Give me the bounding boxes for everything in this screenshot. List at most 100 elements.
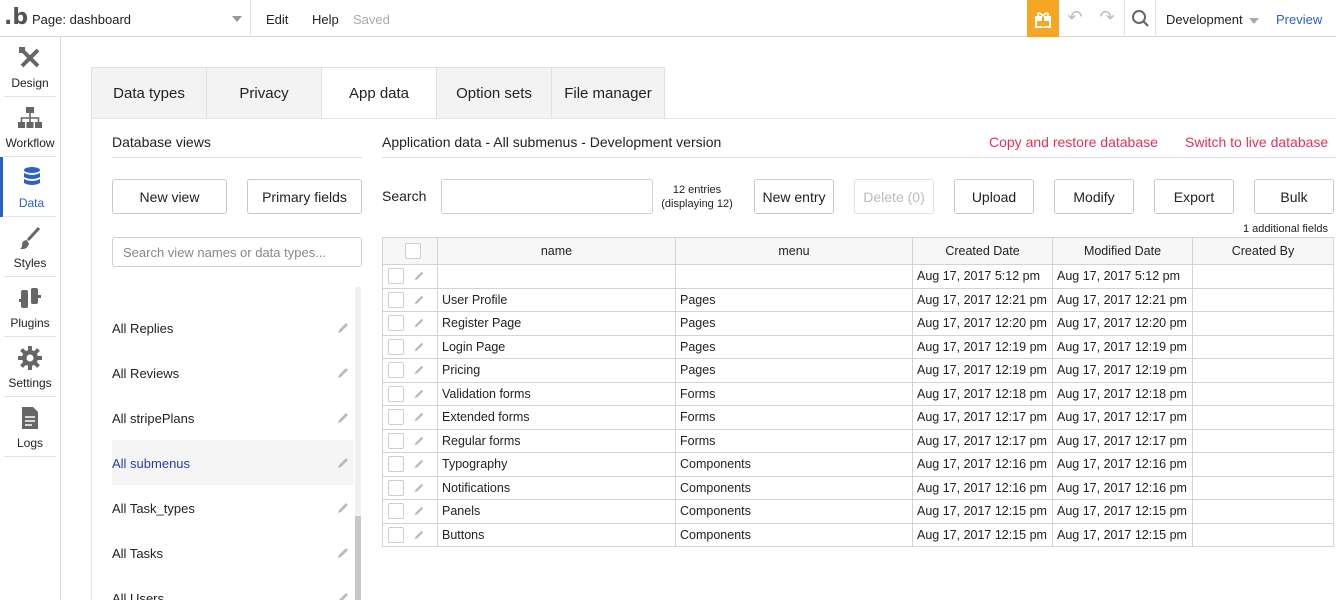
cell-modified-date[interactable]: Aug 17, 2017 12:15 pm: [1052, 522, 1193, 547]
modify-button[interactable]: Modify: [1054, 179, 1134, 214]
cell-name[interactable]: Notifications: [437, 475, 676, 500]
row-select-cell[interactable]: [382, 287, 438, 312]
nav-item-plugins[interactable]: Plugins: [0, 277, 60, 337]
table-row[interactable]: User Profile Pages Aug 17, 2017 12:21 pm Au…: [382, 287, 1334, 312]
column-header-created-by[interactable]: Created By: [1192, 237, 1334, 265]
pencil-icon[interactable]: [413, 270, 425, 282]
cell-created-by[interactable]: [1192, 334, 1334, 359]
cell-created-by[interactable]: [1192, 405, 1334, 430]
cell-modified-date[interactable]: Aug 17, 2017 12:19 pm: [1052, 358, 1193, 383]
cell-modified-date[interactable]: Aug 17, 2017 12:16 pm: [1052, 475, 1193, 500]
row-checkbox[interactable]: [388, 268, 404, 285]
table-row[interactable]: Validation forms Forms Aug 17, 2017 12:18 …: [382, 381, 1334, 406]
row-select-cell[interactable]: [382, 428, 438, 453]
row-checkbox[interactable]: [388, 385, 404, 402]
cell-created-date[interactable]: Aug 17, 2017 12:16 pm: [912, 452, 1053, 477]
row-checkbox[interactable]: [388, 409, 404, 426]
row-select-cell[interactable]: [382, 405, 438, 430]
pencil-icon[interactable]: [413, 458, 425, 470]
nav-item-workflow[interactable]: Workflow: [0, 97, 60, 157]
row-checkbox[interactable]: [388, 456, 404, 473]
cell-modified-date[interactable]: Aug 17, 2017 5:12 pm: [1052, 264, 1193, 289]
cell-created-by[interactable]: [1192, 428, 1334, 453]
pencil-icon[interactable]: [413, 364, 425, 376]
search-views-input[interactable]: [112, 237, 362, 267]
menu-help[interactable]: Help: [312, 12, 339, 27]
table-row[interactable]: Aug 17, 2017 5:12 pm Aug 17, 2017 5:12 pm: [382, 264, 1334, 289]
cell-menu[interactable]: Components: [675, 452, 913, 477]
row-checkbox[interactable]: [388, 291, 404, 308]
cell-name[interactable]: Panels: [437, 499, 676, 524]
cell-created-by[interactable]: [1192, 452, 1334, 477]
cell-name[interactable]: Extended forms: [437, 405, 676, 430]
cell-created-by[interactable]: [1192, 358, 1334, 383]
nav-item-styles[interactable]: Styles: [0, 217, 60, 277]
pencil-icon[interactable]: [413, 317, 425, 329]
tab-app-data[interactable]: App data: [321, 67, 436, 119]
cell-name[interactable]: Buttons: [437, 522, 676, 547]
cell-menu[interactable]: Forms: [675, 381, 913, 406]
table-row[interactable]: Typography Components Aug 17, 2017 12:16 p…: [382, 452, 1334, 477]
cell-created-by[interactable]: [1192, 287, 1334, 312]
list-item[interactable]: All Task_types: [112, 485, 354, 530]
cell-menu[interactable]: [675, 264, 913, 289]
row-checkbox[interactable]: [388, 526, 404, 543]
cell-name[interactable]: Pricing: [437, 358, 676, 383]
undo-icon[interactable]: ↶: [1065, 8, 1085, 28]
search-input[interactable]: [441, 179, 653, 214]
table-row[interactable]: Register Page Pages Aug 17, 2017 12:20 pm A…: [382, 311, 1334, 336]
cell-menu[interactable]: Pages: [675, 334, 913, 359]
nav-item-data[interactable]: Data: [0, 157, 60, 217]
row-checkbox[interactable]: [388, 338, 404, 355]
table-row[interactable]: Notifications Components Aug 17, 2017 12:1…: [382, 475, 1334, 500]
cell-menu[interactable]: Pages: [675, 358, 913, 383]
row-checkbox[interactable]: [388, 503, 404, 520]
cell-name[interactable]: Validation forms: [437, 381, 676, 406]
pencil-icon[interactable]: [413, 482, 425, 494]
redo-icon[interactable]: ↷: [1097, 8, 1117, 28]
cell-modified-date[interactable]: Aug 17, 2017 12:20 pm: [1052, 311, 1193, 336]
table-row[interactable]: Regular forms Forms Aug 17, 2017 12:17 pm A…: [382, 428, 1334, 453]
row-select-cell[interactable]: [382, 358, 438, 383]
cell-created-date[interactable]: Aug 17, 2017 12:16 pm: [912, 475, 1053, 500]
bulk-button[interactable]: Bulk: [1254, 179, 1334, 214]
cell-created-date[interactable]: Aug 17, 2017 12:15 pm: [912, 522, 1053, 547]
gift-button[interactable]: [1027, 0, 1059, 37]
cell-modified-date[interactable]: Aug 17, 2017 12:19 pm: [1052, 334, 1193, 359]
row-select-cell[interactable]: [382, 499, 438, 524]
list-item[interactable]: All Users: [112, 575, 354, 600]
tab-option-sets[interactable]: Option sets: [436, 67, 551, 119]
cell-name[interactable]: User Profile: [437, 287, 676, 312]
row-select-cell[interactable]: [382, 452, 438, 477]
list-item-selected[interactable]: All submenus: [112, 440, 354, 485]
pencil-icon[interactable]: [413, 341, 425, 353]
cell-created-date[interactable]: Aug 17, 2017 12:19 pm: [912, 334, 1053, 359]
cell-modified-date[interactable]: Aug 17, 2017 12:16 pm: [1052, 452, 1193, 477]
table-row[interactable]: Buttons Components Aug 17, 2017 12:15 pm Au…: [382, 522, 1334, 547]
nav-item-design[interactable]: Design: [0, 37, 60, 97]
cell-menu[interactable]: Components: [675, 522, 913, 547]
row-select-cell[interactable]: [382, 311, 438, 336]
row-checkbox[interactable]: [388, 432, 404, 449]
cell-created-date[interactable]: Aug 17, 2017 12:15 pm: [912, 499, 1053, 524]
pencil-icon[interactable]: [413, 529, 425, 541]
select-all-cell[interactable]: [382, 237, 438, 265]
pencil-icon[interactable]: [336, 456, 350, 470]
preview-link[interactable]: Preview: [1276, 12, 1322, 27]
cell-menu[interactable]: Components: [675, 475, 913, 500]
tab-privacy[interactable]: Privacy: [206, 67, 321, 119]
list-item[interactable]: All stripePlans: [112, 395, 354, 440]
column-header-created-date[interactable]: Created Date: [912, 237, 1053, 265]
list-item[interactable]: All Tasks: [112, 530, 354, 575]
pencil-icon[interactable]: [413, 435, 425, 447]
table-row[interactable]: Pricing Pages Aug 17, 2017 12:19 pm Aug 17,…: [382, 358, 1334, 383]
copy-restore-link[interactable]: Copy and restore database: [989, 134, 1158, 150]
cell-created-date[interactable]: Aug 17, 2017 5:12 pm: [912, 264, 1053, 289]
pencil-icon[interactable]: [413, 388, 425, 400]
pencil-icon[interactable]: [336, 411, 350, 425]
cell-menu[interactable]: Components: [675, 499, 913, 524]
pencil-icon[interactable]: [413, 505, 425, 517]
pencil-icon[interactable]: [336, 366, 350, 380]
new-view-button[interactable]: New view: [112, 179, 227, 214]
cell-modified-date[interactable]: Aug 17, 2017 12:15 pm: [1052, 499, 1193, 524]
